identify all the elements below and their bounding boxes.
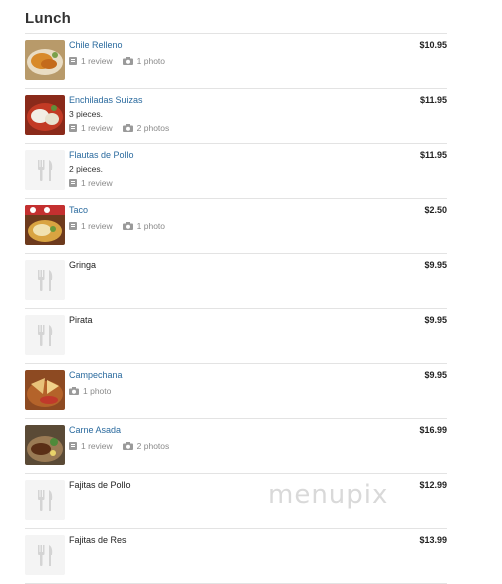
menu-item-taco: Taco 1 review 1 photo $2.50 xyxy=(25,199,447,254)
placeholder-thumbnail xyxy=(25,150,65,190)
item-price: $16.99 xyxy=(419,425,447,435)
reviews-link[interactable]: 1 review xyxy=(69,221,113,231)
camera-icon xyxy=(69,387,79,395)
food-photo-thumbnail[interactable] xyxy=(25,370,65,410)
item-meta: 1 review 1 photo xyxy=(69,221,175,231)
review-icon xyxy=(69,179,77,187)
item-name-link[interactable]: Carne Asada xyxy=(69,425,121,436)
item-name-link[interactable]: Chile Relleno xyxy=(69,40,123,51)
photos-link[interactable]: 1 photo xyxy=(69,386,111,396)
food-photo-thumbnail[interactable] xyxy=(25,205,65,245)
watermark-logo: menupix xyxy=(268,480,389,510)
item-price: $12.99 xyxy=(419,480,447,490)
fork-knife-icon xyxy=(25,150,65,190)
reviews-count: 1 review xyxy=(81,123,113,133)
item-meta: 1 review 1 photo xyxy=(69,56,175,66)
fork-knife-icon xyxy=(25,315,65,355)
review-icon xyxy=(69,442,77,450)
reviews-count: 1 review xyxy=(81,441,113,451)
item-description: 3 pieces. xyxy=(69,109,104,119)
reviews-link[interactable]: 1 review xyxy=(69,123,113,133)
item-name: Gringa xyxy=(69,260,97,270)
reviews-count: 1 review xyxy=(81,221,113,231)
item-price: $9.95 xyxy=(424,260,447,270)
placeholder-thumbnail xyxy=(25,260,65,300)
menu-item-carne-asada: Carne Asada 1 review 2 photos $16.99 xyxy=(25,419,447,474)
camera-icon xyxy=(122,442,133,450)
placeholder-thumbnail xyxy=(25,315,65,355)
item-meta: 1 photo xyxy=(69,386,121,396)
menu-item-enchiladas-suizas: Enchiladas Suizas 3 pieces. 1 review 2 p… xyxy=(25,89,447,144)
photos-link[interactable]: 2 photos xyxy=(122,441,170,451)
item-price: $2.50 xyxy=(424,205,447,215)
camera-icon xyxy=(122,57,133,65)
fork-knife-icon xyxy=(25,480,65,520)
camera-icon xyxy=(122,124,133,132)
photos-link[interactable]: 2 photos xyxy=(122,123,170,133)
photos-count: 1 photo xyxy=(136,56,166,66)
fork-knife-icon xyxy=(25,260,65,300)
item-price: $13.99 xyxy=(419,535,447,545)
food-photo-thumbnail[interactable] xyxy=(25,40,65,80)
item-price: $11.95 xyxy=(419,150,447,160)
item-meta: 1 review 2 photos xyxy=(69,123,179,133)
menu-item-flautas-de-pollo: Flautas de Pollo 2 pieces. 1 review $11.… xyxy=(25,144,447,199)
item-name: Fajitas de Res xyxy=(69,535,127,545)
item-name-link[interactable]: Campechana xyxy=(69,370,123,381)
reviews-count: 1 review xyxy=(81,56,113,66)
fork-knife-icon xyxy=(25,535,65,575)
review-icon xyxy=(69,222,77,230)
item-name-link[interactable]: Taco xyxy=(69,205,88,216)
camera-icon xyxy=(122,222,133,230)
item-price: $9.95 xyxy=(424,370,447,380)
photos-count: 2 photos xyxy=(136,123,170,133)
menu-item-fajitas-de-res: Fajitas de Res $13.99 xyxy=(25,529,447,584)
item-price: $11.95 xyxy=(419,95,447,105)
section-title: Lunch xyxy=(25,10,71,27)
item-name-link[interactable]: Flautas de Pollo xyxy=(69,150,134,161)
item-price: $9.95 xyxy=(424,315,447,325)
photos-link[interactable]: 1 photo xyxy=(122,221,166,231)
placeholder-thumbnail xyxy=(25,535,65,575)
item-name-link[interactable]: Enchiladas Suizas xyxy=(69,95,143,106)
item-price: $10.95 xyxy=(419,40,447,50)
menu-item-pirata: Pirata $9.95 xyxy=(25,309,447,364)
menu-item-gringa: Gringa $9.95 xyxy=(25,254,447,309)
item-name: Fajitas de Pollo xyxy=(69,480,131,490)
reviews-count: 1 review xyxy=(81,178,113,188)
photos-link[interactable]: 1 photo xyxy=(122,56,166,66)
photos-count: 2 photos xyxy=(136,441,170,451)
photos-count: 1 photo xyxy=(83,386,112,396)
placeholder-thumbnail xyxy=(25,480,65,520)
item-meta: 1 review 2 photos xyxy=(69,441,179,451)
photos-count: 1 photo xyxy=(136,221,166,231)
review-icon xyxy=(69,124,77,132)
item-name: Pirata xyxy=(69,315,93,325)
reviews-link[interactable]: 1 review xyxy=(69,178,113,188)
reviews-link[interactable]: 1 review xyxy=(69,441,113,451)
food-photo-thumbnail[interactable] xyxy=(25,95,65,135)
review-icon xyxy=(69,57,77,65)
item-description: 2 pieces. xyxy=(69,164,104,174)
item-meta: 1 review xyxy=(69,178,123,188)
reviews-link[interactable]: 1 review xyxy=(69,56,113,66)
menu-item-campechana: Campechana 1 photo $9.95 xyxy=(25,364,447,419)
menu-item-chile-relleno: Chile Relleno 1 review 1 photo $10.95 xyxy=(25,34,447,89)
food-photo-thumbnail[interactable] xyxy=(25,425,65,465)
